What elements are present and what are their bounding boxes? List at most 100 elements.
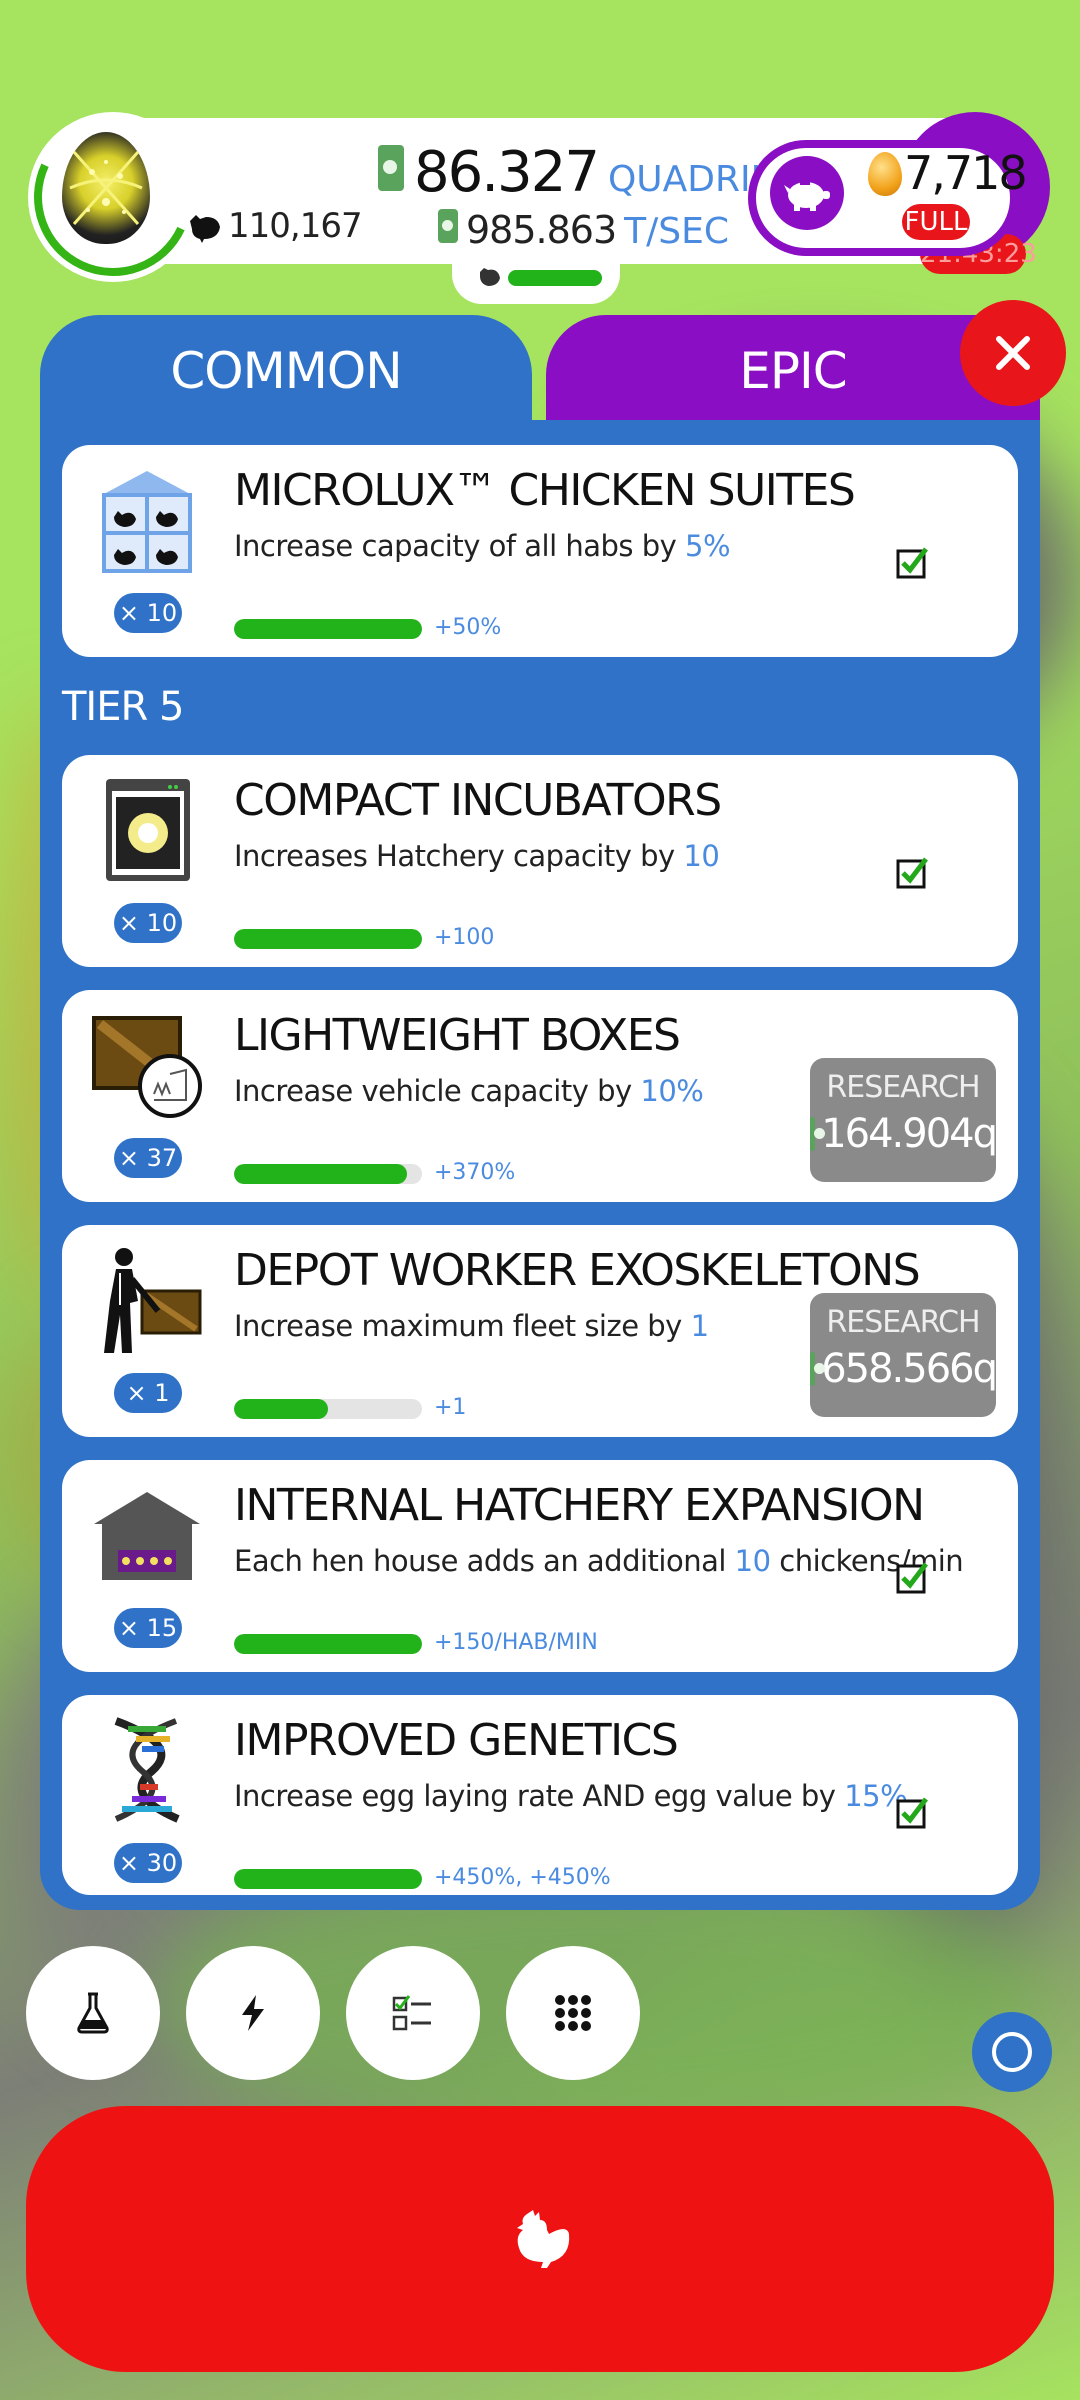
research-total-gain: +50%	[434, 615, 502, 640]
research-description: Increase egg laying rate AND egg value b…	[234, 1779, 908, 1813]
piggy-full-badge: FULL	[902, 204, 970, 240]
cash-icon	[378, 145, 404, 191]
missions-button[interactable]	[346, 1946, 480, 2080]
earnings-rate: 985.863 T/SEC	[438, 208, 729, 252]
cash-icon	[438, 209, 458, 243]
research-card[interactable]: × 15 INTERNAL HATCHERY EXPANSION Each hen …	[62, 1460, 1018, 1672]
chicken-count: 110,167	[186, 206, 363, 246]
research-cost-value: 658.566q	[821, 1346, 998, 1392]
research-level-badge: × 15	[114, 1608, 182, 1648]
description-value: 5%	[685, 529, 731, 563]
population-progress-bar	[508, 270, 602, 286]
close-icon	[996, 336, 1030, 370]
main-menu-button[interactable]	[506, 1946, 640, 2080]
research-progress-bar	[234, 1399, 422, 1419]
cash-icon	[810, 1352, 826, 1386]
hatch-chicken-button[interactable]	[26, 2106, 1054, 2372]
exoskeleton-icon	[92, 1245, 202, 1355]
piggy-bank-button[interactable]	[770, 156, 844, 230]
research-progress-bar	[234, 1634, 422, 1654]
research-buy-button[interactable]: RESEARCH 658.566q	[810, 1293, 998, 1417]
description-text: Increase vehicle capacity by	[234, 1074, 641, 1108]
research-title: IMPROVED GENETICS	[234, 1715, 679, 1766]
research-flask-icon	[77, 1992, 109, 2034]
completed-checkbox-icon	[896, 1560, 930, 1594]
completed-checkbox-icon	[896, 1795, 930, 1829]
research-progress-bar	[234, 619, 422, 639]
research-total-gain: +450%, +450%	[434, 1865, 611, 1890]
research-cost: 164.904q	[810, 1111, 998, 1157]
research-cost: 658.566q	[810, 1346, 998, 1392]
description-value: 1	[690, 1309, 709, 1343]
rate-value: 985.863	[466, 208, 617, 252]
description-value: 10%	[640, 1074, 704, 1108]
description-text: Increase capacity of all habs by	[234, 529, 686, 563]
research-button-label: RESEARCH	[826, 1305, 980, 1340]
chicken-count-value: 110,167	[228, 206, 363, 246]
rate-unit: T/SEC	[624, 211, 729, 252]
piggy-bank-icon	[784, 181, 830, 211]
research-button[interactable]	[26, 1946, 160, 2080]
ring-icon	[992, 2032, 1032, 2072]
description-text: Each hen house adds an additional	[234, 1544, 735, 1578]
research-progress-fill	[234, 1399, 328, 1419]
chicken-icon	[190, 215, 220, 243]
golden-egg-count: 7,718	[904, 146, 1028, 200]
research-level-badge: × 30	[114, 1843, 182, 1883]
money-value: 86.327	[414, 140, 600, 205]
research-card[interactable]: × 30 IMPROVED GENETICS Increase egg laying…	[62, 1695, 1018, 1895]
hatch-chicken-icon	[517, 2210, 570, 2268]
research-progress-fill	[234, 929, 422, 949]
close-button[interactable]	[960, 300, 1066, 406]
description-text: Increase egg laying rate AND egg value b…	[234, 1779, 845, 1813]
research-description: Increases Hatchery capacity by 10	[234, 839, 720, 873]
research-title: MICROLUX™ CHICKEN SUITES	[234, 465, 856, 516]
dna-icon	[92, 1715, 202, 1825]
research-total-gain: +150/HAB/MIN	[434, 1630, 598, 1655]
research-title: LIGHTWEIGHT BOXES	[234, 1010, 681, 1061]
research-card[interactable]: × 1 DEPOT WORKER EXOSKELETONS Increase max…	[62, 1225, 1018, 1437]
research-progress-fill	[234, 1164, 407, 1184]
research-progress-fill	[234, 1634, 422, 1654]
research-progress-bar	[234, 1164, 422, 1184]
research-card[interactable]: × 10 COMPACT INCUBATORS Increases Hatchery…	[62, 755, 1018, 967]
research-card[interactable]: × 37 LIGHTWEIGHT BOXES Increase vehicle ca…	[62, 990, 1018, 1202]
research-title: COMPACT INCUBATORS	[234, 775, 722, 826]
research-title: INTERNAL HATCHERY EXPANSION	[234, 1480, 925, 1531]
research-buy-button[interactable]: RESEARCH 164.904q	[810, 1058, 998, 1182]
description-value: 10	[734, 1544, 771, 1578]
research-cost-value: 164.904q	[821, 1111, 998, 1157]
tier-label: TIER 5	[62, 684, 184, 730]
research-progress-fill	[234, 619, 422, 639]
menu-grid-icon	[555, 1995, 591, 2031]
research-description: Increase maximum fleet size by 1	[234, 1309, 709, 1343]
completed-checkbox-icon	[896, 545, 930, 579]
boosts-button[interactable]	[186, 1946, 320, 2080]
description-suffix: chickens/min	[770, 1544, 964, 1578]
cash-icon	[810, 1117, 826, 1151]
research-level-badge: × 10	[114, 903, 182, 943]
tab-common[interactable]: COMMON	[40, 315, 532, 435]
research-description: Each hen house adds an additional 10 chi…	[234, 1544, 964, 1578]
research-description: Increase vehicle capacity by 10%	[234, 1074, 704, 1108]
completed-checkbox-icon	[896, 855, 930, 889]
chicken-suites-icon	[92, 465, 202, 575]
chick-icon	[480, 268, 500, 286]
research-total-gain: +1	[434, 1395, 467, 1420]
research-total-gain: +370%	[434, 1160, 516, 1185]
research-level-badge: × 1	[114, 1373, 182, 1413]
missions-checklist-icon	[392, 1995, 431, 2031]
assistant-toggle-button[interactable]	[972, 2012, 1052, 2092]
research-card[interactable]: × 10 MICROLUX™ CHICKEN SUITES Increase cap…	[62, 445, 1018, 657]
description-text: Increases Hatchery capacity by	[234, 839, 684, 873]
egg-sparkle-icon	[69, 151, 143, 225]
research-total-gain: +100	[434, 925, 495, 950]
hatchery-icon	[92, 1480, 202, 1590]
research-button-label: RESEARCH	[826, 1070, 980, 1105]
research-progress-bar	[234, 929, 422, 949]
boost-lightning-icon	[242, 1995, 264, 2031]
research-description: Increase capacity of all habs by 5%	[234, 529, 731, 563]
incubator-icon	[92, 775, 202, 885]
research-progress-bar	[234, 1869, 422, 1889]
golden-egg-icon	[868, 152, 902, 196]
